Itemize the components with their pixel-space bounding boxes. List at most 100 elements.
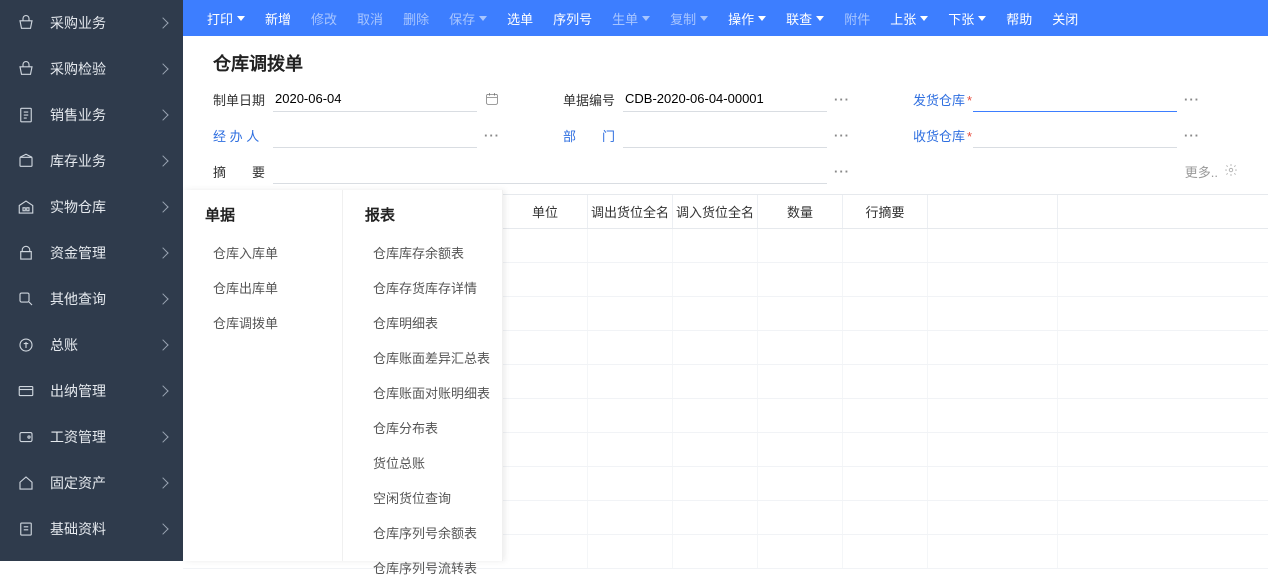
sidebar-item-label: 工资管理 xyxy=(50,427,159,447)
sidebar-item-general-ledger[interactable]: 总账 xyxy=(0,322,183,368)
toolbar-打印[interactable]: 打印 xyxy=(197,0,255,36)
submenu-item[interactable]: 仓库入库单 xyxy=(205,235,330,270)
col-in-location[interactable]: 调入货位全名 xyxy=(673,195,758,228)
ellipsis-icon[interactable]: ··· xyxy=(481,124,503,146)
toolbar-选单[interactable]: 选单 xyxy=(497,0,543,36)
toolbar-帮助[interactable]: 帮助 xyxy=(996,0,1042,36)
more-label: 更多.. xyxy=(1185,162,1218,181)
sidebar-item-warehouse[interactable]: 实物仓库 xyxy=(0,184,183,230)
sidebar-item-finance[interactable]: 资金管理 xyxy=(0,230,183,276)
ellipsis-icon[interactable]: ··· xyxy=(1181,88,1203,110)
label-remark: 摘 要 xyxy=(213,162,273,181)
toolbar-上张[interactable]: 上张 xyxy=(880,0,938,36)
submenu-item[interactable]: 空闲货位查询 xyxy=(365,480,490,515)
chevron-right-icon xyxy=(157,339,168,350)
page-title: 仓库调拨单 xyxy=(183,36,1268,86)
field-remark: 摘 要 ··· xyxy=(213,158,853,184)
toolbar-操作[interactable]: 操作 xyxy=(718,0,776,36)
field-operator: 经 办 人 ··· xyxy=(213,122,503,148)
submenu-item[interactable]: 仓库账面对账明细表 xyxy=(365,375,490,410)
input-remark[interactable] xyxy=(273,158,827,184)
sidebar-item-basic-data[interactable]: 基础资料 xyxy=(0,506,183,552)
input-in-warehouse[interactable] xyxy=(973,122,1177,148)
submenu-item[interactable]: 仓库序列号流转表 xyxy=(365,550,490,585)
toolbar-取消: 取消 xyxy=(347,0,393,36)
submenu-item[interactable]: 仓库调拨单 xyxy=(205,305,330,340)
input-doc-no[interactable] xyxy=(623,86,827,112)
col-out-location[interactable]: 调出货位全名 xyxy=(588,195,673,228)
submenu-item[interactable]: 货位总账 xyxy=(365,445,490,480)
field-in-warehouse: 收货仓库* ··· xyxy=(913,122,1203,148)
doc-icon xyxy=(16,105,36,125)
col-unit[interactable]: 单位 xyxy=(503,195,588,228)
toolbar-保存: 保存 xyxy=(439,0,497,36)
submenu-item[interactable]: 仓库出库单 xyxy=(205,270,330,305)
submenu-item[interactable]: 仓库存货库存详情 xyxy=(365,270,490,305)
sidebar-item-label: 基础资料 xyxy=(50,519,159,539)
sidebar-item-label: 销售业务 xyxy=(50,105,159,125)
toolbar-复制: 复制 xyxy=(660,0,718,36)
label-department[interactable]: 部 门 xyxy=(563,126,623,145)
chevron-right-icon xyxy=(157,201,168,212)
chevron-right-icon xyxy=(157,431,168,442)
sidebar-item-label: 库存业务 xyxy=(50,151,159,171)
warehouse-icon xyxy=(16,197,36,217)
submenu-item[interactable]: 仓库分布表 xyxy=(365,410,490,445)
bag-icon xyxy=(16,243,36,263)
field-doc-no: 单据编号 ··· xyxy=(563,86,853,112)
ellipsis-icon[interactable]: ··· xyxy=(831,88,853,110)
ellipsis-icon[interactable]: ··· xyxy=(831,124,853,146)
submenu-item[interactable]: 仓库账面差异汇总表 xyxy=(365,340,490,375)
col-blank xyxy=(928,195,1058,228)
submenu-item[interactable]: 仓库序列号余额表 xyxy=(365,515,490,550)
input-department[interactable] xyxy=(623,122,827,148)
toolbar-下张[interactable]: 下张 xyxy=(938,0,996,36)
file-icon xyxy=(16,519,36,539)
chevron-right-icon xyxy=(157,385,168,396)
ellipsis-icon[interactable]: ··· xyxy=(1181,124,1203,146)
box-icon xyxy=(16,151,36,171)
sidebar: 采购业务 采购检验 销售业务 库存业务 实物仓库 资金管理 其他查询 总账 出纳 xyxy=(0,0,183,561)
toolbar-联查[interactable]: 联查 xyxy=(776,0,834,36)
sidebar-item-label: 资金管理 xyxy=(50,243,159,263)
sidebar-item-sales[interactable]: 销售业务 xyxy=(0,92,183,138)
chevron-right-icon xyxy=(157,17,168,28)
sidebar-item-purchase[interactable]: 采购业务 xyxy=(0,0,183,46)
coin-icon xyxy=(16,335,36,355)
field-department: 部 门 ··· xyxy=(563,122,853,148)
gear-icon xyxy=(1224,163,1238,180)
sidebar-item-fixed-assets[interactable]: 固定资产 xyxy=(0,460,183,506)
submenu-panel: 单据 仓库入库单仓库出库单仓库调拨单 报表 仓库库存余额表仓库存货库存详情仓库明… xyxy=(183,190,503,561)
col-qty[interactable]: 数量 xyxy=(758,195,843,228)
toolbar-删除: 删除 xyxy=(393,0,439,36)
toolbar-序列号[interactable]: 序列号 xyxy=(543,0,602,36)
calendar-icon[interactable] xyxy=(481,88,503,110)
submenu-item[interactable]: 仓库库存余额表 xyxy=(365,235,490,270)
toolbar-关闭[interactable]: 关闭 xyxy=(1042,0,1088,36)
label-operator[interactable]: 经 办 人 xyxy=(213,126,273,145)
sidebar-item-payroll[interactable]: 工资管理 xyxy=(0,414,183,460)
sidebar-item-purchase-check[interactable]: 采购检验 xyxy=(0,46,183,92)
chevron-right-icon xyxy=(157,63,168,74)
form: 制单日期 单据编号 ··· 发货仓库* ··· 经 办 人 ··· xyxy=(183,86,1268,184)
card-icon xyxy=(16,381,36,401)
submenu-item[interactable]: 仓库明细表 xyxy=(365,305,490,340)
col-line-remark[interactable]: 行摘要 xyxy=(843,195,928,228)
sidebar-item-label: 采购检验 xyxy=(50,59,159,79)
chevron-right-icon xyxy=(157,155,168,166)
sidebar-item-cashier[interactable]: 出纳管理 xyxy=(0,368,183,414)
chevron-right-icon xyxy=(157,523,168,534)
input-out-warehouse[interactable] xyxy=(973,86,1177,112)
sidebar-item-other-query[interactable]: 其他查询 xyxy=(0,276,183,322)
toolbar-附件: 附件 xyxy=(834,0,880,36)
ellipsis-icon[interactable]: ··· xyxy=(831,160,853,182)
toolbar: 打印新增修改取消删除保存选单序列号生单复制操作联查附件上张下张帮助关闭 xyxy=(183,0,1268,36)
label-in-warehouse[interactable]: 收货仓库* xyxy=(913,126,973,145)
more-button[interactable]: 更多.. xyxy=(1185,158,1238,184)
input-create-date[interactable] xyxy=(273,86,477,112)
toolbar-新增[interactable]: 新增 xyxy=(255,0,301,36)
label-out-warehouse[interactable]: 发货仓库* xyxy=(913,90,973,109)
sidebar-item-inventory[interactable]: 库存业务 xyxy=(0,138,183,184)
label-create-date: 制单日期 xyxy=(213,90,273,109)
input-operator[interactable] xyxy=(273,122,477,148)
